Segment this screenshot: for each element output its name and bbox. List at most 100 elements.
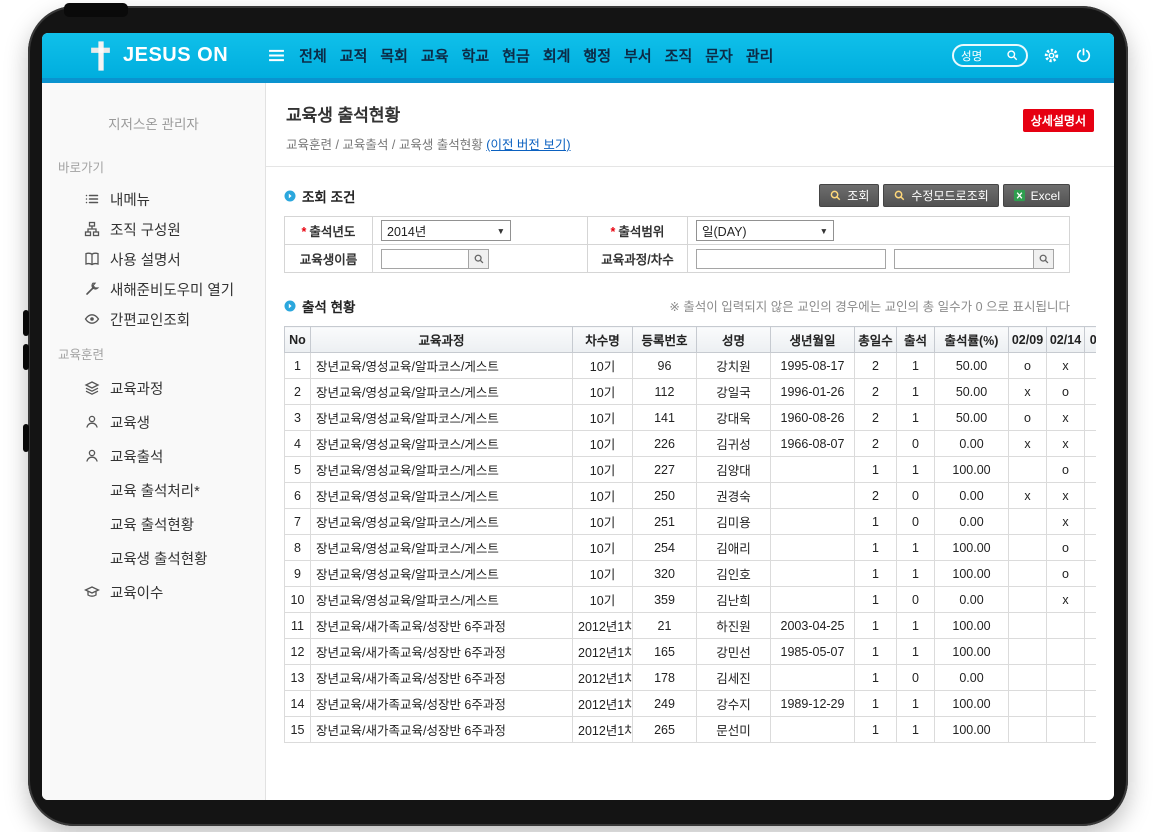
- table-row[interactable]: 7 장년교육/영성교육/알파코스/게스트 10기 251 김미용 1 0 0.: [285, 509, 1097, 535]
- table-row[interactable]: 10 장년교육/영성교육/알파코스/게스트 10기 359 김난희 1 0 0: [285, 587, 1097, 613]
- nav-item[interactable]: 목회: [380, 45, 408, 66]
- nav-item[interactable]: 교적: [340, 45, 368, 66]
- volume-down-button: [23, 344, 29, 370]
- status-section-label: 출석 현황: [302, 296, 355, 316]
- attendance-year-select[interactable]: 2014년 ▼: [381, 220, 511, 241]
- cell-total-days: 1: [855, 535, 897, 561]
- student-name-search-button[interactable]: [469, 249, 489, 269]
- app-logo[interactable]: JESUS ON: [88, 40, 228, 72]
- cell-rate: 100.00: [935, 613, 1009, 639]
- select-value: 일(DAY): [702, 221, 747, 240]
- sidebar-item-education-attendance[interactable]: 교육출석: [42, 439, 265, 473]
- sidebar-item-label: 교육 출석현황: [110, 514, 194, 535]
- name-search-box[interactable]: 성명: [952, 44, 1028, 67]
- sidebar-item-education-completion[interactable]: 교육이수: [42, 575, 265, 609]
- table-row[interactable]: 15 장년교육/새가족교육/성장반 6주과정 2012년1차 265 문선미 1…: [285, 717, 1097, 743]
- cell-extra: [1085, 405, 1097, 431]
- nav-item[interactable]: 부서: [624, 45, 652, 66]
- cell-0209: [1009, 535, 1047, 561]
- cell-course: 장년교육/새가족교육/성장반 6주과정: [311, 613, 573, 639]
- cell-0209: o: [1009, 353, 1047, 379]
- filter-table: *출석년도 2014년 ▼ *출석범위: [284, 216, 1070, 273]
- table-row[interactable]: 2 장년교육/영성교육/알파코스/게스트 10기 112 강일국 1996-01…: [285, 379, 1097, 405]
- table-row[interactable]: 6 장년교육/영성교육/알파코스/게스트 10기 250 권경숙 2 0 0.: [285, 483, 1097, 509]
- nav-item[interactable]: 관리: [746, 45, 774, 66]
- cell-name: 김미용: [697, 509, 771, 535]
- edit-mode-search-button[interactable]: 수정모드로조회: [883, 184, 998, 207]
- cell-name: 강수지: [697, 691, 771, 717]
- cell-birth-date: [771, 561, 855, 587]
- cell-course: 장년교육/새가족교육/성장반 6주과정: [311, 691, 573, 717]
- cell-course: 장년교육/영성교육/알파코스/게스트: [311, 353, 573, 379]
- cell-0214: x: [1047, 587, 1085, 613]
- book-icon: [84, 251, 100, 267]
- nav-item[interactable]: 행정: [583, 45, 611, 66]
- cell-reg-no: 96: [633, 353, 697, 379]
- search-icon: [893, 189, 906, 202]
- cell-attended: 0: [897, 587, 935, 613]
- search-icon: [473, 253, 485, 265]
- cell-reg-no: 141: [633, 405, 697, 431]
- table-row[interactable]: 9 장년교육/영성교육/알파코스/게스트 10기 320 김인호 1 1 10: [285, 561, 1097, 587]
- search-icon[interactable]: [1006, 49, 1019, 62]
- previous-version-link[interactable]: (이전 버전 보기): [486, 138, 570, 152]
- cell-no: 11: [285, 613, 311, 639]
- course-number-input[interactable]: [894, 249, 1034, 269]
- student-name-input[interactable]: [381, 249, 469, 269]
- column-header: No: [285, 327, 311, 353]
- excel-button[interactable]: Excel: [1003, 184, 1070, 207]
- cell-0214: x: [1047, 483, 1085, 509]
- required-asterisk: *: [611, 225, 616, 239]
- nav-item[interactable]: 교육: [421, 45, 449, 66]
- table-row[interactable]: 1 장년교육/영성교육/알파코스/게스트 10기 96 강치원 1995-08-…: [285, 353, 1097, 379]
- menu-toggle-button[interactable]: [268, 49, 285, 62]
- table-row[interactable]: 13 장년교육/새가족교육/성장반 6주과정 2012년1차 178 김세진 1…: [285, 665, 1097, 691]
- nav-item[interactable]: 학교: [462, 45, 490, 66]
- sidebar-item-newyear-helper[interactable]: 새해준비도우미 열기: [42, 274, 265, 304]
- sidebar-item-user-manual[interactable]: 사용 설명서: [42, 244, 265, 274]
- nav-item[interactable]: 문자: [705, 45, 733, 66]
- cell-extra: [1085, 535, 1097, 561]
- course-search-button[interactable]: [1034, 249, 1054, 269]
- table-row[interactable]: 12 장년교육/새가족교육/성장반 6주과정 2012년1차 165 강민선 1…: [285, 639, 1097, 665]
- sidebar: 지저스온 관리자 바로가기 내메뉴: [42, 83, 266, 800]
- sidebar-item-label: 교육이수: [110, 582, 163, 603]
- column-header: 생년월일: [771, 327, 855, 353]
- nav-item[interactable]: 전체: [299, 45, 327, 66]
- sidebar-item-student-attendance-status[interactable]: 교육생 출석현황: [42, 541, 265, 575]
- sidebar-item-quick-member-lookup[interactable]: 간편교인조회: [42, 304, 265, 334]
- table-row[interactable]: 11 장년교육/새가족교육/성장반 6주과정 2012년1차 21 하진원 20…: [285, 613, 1097, 639]
- nav-item[interactable]: 조직: [665, 45, 693, 66]
- cell-birth-date: [771, 483, 855, 509]
- nav-item[interactable]: 회계: [543, 45, 571, 66]
- cell-name: 김애리: [697, 535, 771, 561]
- settings-button[interactable]: [1043, 47, 1060, 64]
- sidebar-item-my-menu[interactable]: 내메뉴: [42, 184, 265, 214]
- cell-class: 10기: [573, 457, 633, 483]
- sidebar-item-attendance-processing[interactable]: 교육 출석처리*: [42, 473, 265, 507]
- table-row[interactable]: 4 장년교육/영성교육/알파코스/게스트 10기 226 김귀성 1966-08…: [285, 431, 1097, 457]
- table-row[interactable]: 5 장년교육/영성교육/알파코스/게스트 10기 227 김양대 1 1 10: [285, 457, 1097, 483]
- cell-course: 장년교육/새가족교육/성장반 6주과정: [311, 717, 573, 743]
- cell-rate: 50.00: [935, 405, 1009, 431]
- course-input[interactable]: [696, 249, 886, 269]
- cell-course: 장년교육/영성교육/알파코스/게스트: [311, 509, 573, 535]
- sidebar-item-org-members[interactable]: 조직 구성원: [42, 214, 265, 244]
- attendance-range-select[interactable]: 일(DAY) ▼: [696, 220, 834, 241]
- shortcuts-section-label: 바로가기: [42, 157, 265, 184]
- search-button[interactable]: 조회: [819, 184, 879, 207]
- sidebar-item-education-course[interactable]: 교육과정: [42, 371, 265, 405]
- nav-item[interactable]: 현금: [502, 45, 530, 66]
- table-row[interactable]: 3 장년교육/영성교육/알파코스/게스트 10기 141 강대욱 1960-08…: [285, 405, 1097, 431]
- sidebar-item-education-student[interactable]: 교육생: [42, 405, 265, 439]
- table-row[interactable]: 14 장년교육/새가족교육/성장반 6주과정 2012년1차 249 강수지 1…: [285, 691, 1097, 717]
- cell-no: 13: [285, 665, 311, 691]
- power-button[interactable]: [1075, 47, 1092, 64]
- column-header: 차수명: [573, 327, 633, 353]
- cell-class: 10기: [573, 587, 633, 613]
- cell-extra: [1085, 691, 1097, 717]
- cell-0209: [1009, 717, 1047, 743]
- manual-badge[interactable]: 상세설명서: [1023, 109, 1094, 132]
- table-row[interactable]: 8 장년교육/영성교육/알파코스/게스트 10기 254 김애리 1 1 10: [285, 535, 1097, 561]
- sidebar-item-attendance-status[interactable]: 교육 출석현황: [42, 507, 265, 541]
